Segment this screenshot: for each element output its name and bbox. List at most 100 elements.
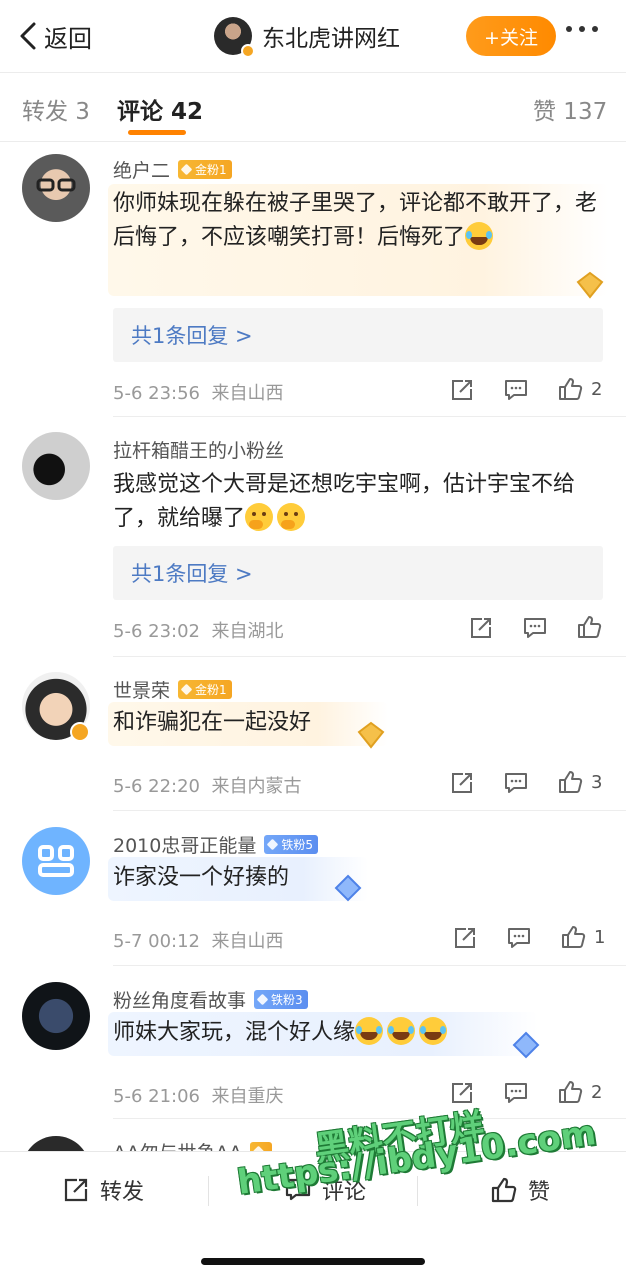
fan-badge[interactable]: 金粉1 <box>178 680 232 699</box>
username-text[interactable]: 绝户二 <box>113 156 170 183</box>
comment-meta: 5-6 22:20 来自内蒙古 <box>113 772 301 798</box>
fan-badge-label: 金粉1 <box>195 683 227 697</box>
share-icon[interactable] <box>449 377 475 403</box>
tab-comments[interactable]: 评论 42 <box>117 92 203 126</box>
tab-repost[interactable]: 转发 3 <box>22 92 90 126</box>
avatar[interactable] <box>22 827 90 895</box>
comment-meta: 5-6 23:02 来自湖北 <box>113 617 283 643</box>
share-icon[interactable] <box>452 925 478 951</box>
comment-icon[interactable] <box>506 925 532 951</box>
blue-diamond-decoration-icon <box>334 874 362 902</box>
verified-icon <box>70 722 90 742</box>
comment-icon[interactable] <box>503 770 529 796</box>
comment-time: 5-6 23:02 <box>113 621 200 642</box>
share-icon[interactable] <box>449 1080 475 1106</box>
comment-time: 5-6 21:06 <box>113 1086 200 1107</box>
like-count: 2 <box>591 1082 603 1103</box>
replies-link-label[interactable]: 共1条回复 > <box>131 558 253 588</box>
comment-text-content: 诈家没一个好揍的 <box>113 865 290 890</box>
replies-link-label[interactable]: 共1条回复 > <box>131 320 253 350</box>
divider <box>113 810 626 811</box>
like-icon[interactable] <box>560 924 586 950</box>
top-nav-bar: 返回 东北虎讲网红 +关注 <box>0 0 626 72</box>
comment-username[interactable]: 2010忠哥正能量 铁粉5 <box>113 831 318 858</box>
comment-meta: 5-6 23:56 来自山西 <box>113 379 283 405</box>
like-icon[interactable] <box>557 769 583 795</box>
like-label: 赞 <box>528 1180 551 1205</box>
comment-icon[interactable] <box>503 1080 529 1106</box>
comment-location: 来自湖北 <box>211 621 284 642</box>
fan-badge-label: 金粉1 <box>195 163 227 177</box>
weibo-comment-page: 返回 东北虎讲网红 +关注 转发 3 评论 42 赞 137 绝户二 金粉1 你… <box>0 0 626 1280</box>
avatar[interactable] <box>22 432 90 500</box>
divider <box>0 141 626 142</box>
divider <box>113 656 626 657</box>
comment-text: 你师妹现在躲在被子里哭了，评论都不敢开了，老后悔了，不应该嘲笑打哥！后悔死了 <box>113 187 608 255</box>
username-text[interactable]: 粉丝角度看故事 <box>113 986 246 1013</box>
comment-icon[interactable] <box>503 377 529 403</box>
avatar-logo <box>38 845 74 877</box>
comment-time: 5-6 22:20 <box>113 776 200 797</box>
more-options-icon[interactable] <box>566 26 598 32</box>
thinking-emoji-icon <box>245 503 274 531</box>
avatar-face <box>36 178 76 192</box>
account-avatar[interactable] <box>214 17 255 58</box>
avatar[interactable] <box>22 154 90 222</box>
fan-badge-label: 铁粉3 <box>271 993 303 1007</box>
divider <box>417 1176 418 1206</box>
comment-location: 来自山西 <box>211 383 284 404</box>
back-button[interactable]: 返回 <box>18 18 92 54</box>
tab-active-indicator <box>128 130 186 135</box>
blue-diamond-decoration-icon <box>512 1031 540 1059</box>
like-count: 2 <box>591 379 603 400</box>
comment-icon[interactable] <box>522 615 548 641</box>
like-button[interactable]: 赞 <box>490 1174 550 1206</box>
comment-button[interactable]: 评论 <box>284 1174 366 1206</box>
comment-time: 5-6 23:56 <box>113 383 200 404</box>
username-text[interactable]: 拉杆箱醋王的小粉丝 <box>113 436 284 463</box>
laugh-cry-emoji-icon <box>419 1017 448 1045</box>
comment-text-content: 师妹大家玩，混个好人缘 <box>113 1020 356 1045</box>
laugh-cry-emoji-icon <box>387 1017 416 1045</box>
comment-time: 5-7 00:12 <box>113 931 200 952</box>
comment-username[interactable]: 粉丝角度看故事 铁粉3 <box>113 986 308 1013</box>
comment-icon <box>285 1178 311 1201</box>
like-icon[interactable] <box>576 614 602 640</box>
back-label: 返回 <box>44 24 92 53</box>
fan-badge[interactable]: 铁粉5 <box>264 835 318 854</box>
laugh-cry-emoji-icon <box>355 1017 384 1045</box>
replies-link[interactable]: 共1条回复 > <box>113 308 603 362</box>
divider <box>113 965 626 966</box>
username-text[interactable]: 2010忠哥正能量 <box>113 831 256 858</box>
gold-diamond-decoration-icon <box>576 271 604 299</box>
divider <box>0 72 626 73</box>
replies-link[interactable]: 共1条回复 > <box>113 546 603 600</box>
account-name[interactable]: 东北虎讲网红 <box>262 19 400 53</box>
like-icon[interactable] <box>557 376 583 402</box>
gold-diamond-decoration-icon <box>357 721 385 749</box>
repost-button[interactable]: 转发 <box>62 1174 144 1206</box>
divider <box>208 1176 209 1206</box>
like-icon[interactable] <box>557 1079 583 1105</box>
fan-badge[interactable]: 金粉1 <box>178 160 232 179</box>
tab-likes[interactable]: 赞 137 <box>533 92 607 126</box>
fan-badge[interactable]: 铁粉3 <box>254 990 308 1009</box>
comment-username[interactable]: 世景荣 金粉1 <box>113 676 232 703</box>
comment-username[interactable]: 绝户二 金粉1 <box>113 156 232 183</box>
like-count: 1 <box>594 927 606 948</box>
comment-location: 来自重庆 <box>211 1086 284 1107</box>
verified-icon <box>241 44 255 58</box>
comment-meta: 5-7 00:12 来自山西 <box>113 927 283 953</box>
home-indicator[interactable] <box>201 1258 425 1265</box>
follow-button[interactable]: +关注 <box>466 16 556 56</box>
username-text[interactable]: 世景荣 <box>113 676 170 703</box>
comment-text-content: 我感觉这个大哥是还想吃宇宝啊，估计宇宝不给了，就给曝了 <box>113 472 576 531</box>
share-icon[interactable] <box>468 615 494 641</box>
avatar[interactable] <box>22 982 90 1050</box>
account-header[interactable]: 东北虎讲网红 <box>214 14 400 58</box>
comment-username[interactable]: 拉杆箱醋王的小粉丝 <box>113 436 284 463</box>
share-icon[interactable] <box>449 770 475 796</box>
divider <box>113 416 626 417</box>
chevron-left-icon <box>20 22 36 50</box>
comment-meta: 5-6 21:06 来自重庆 <box>113 1082 283 1108</box>
